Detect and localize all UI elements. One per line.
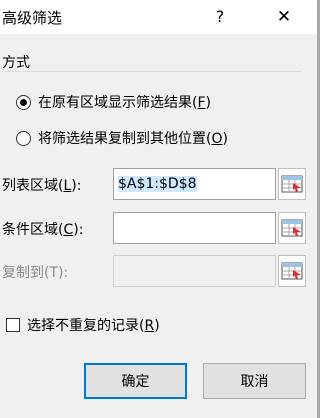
radio-copy-to[interactable]: 将筛选结果复制到其他位置(O) — [16, 128, 228, 148]
unique-records-label: 选择不重复的记录(R) — [27, 318, 160, 334]
dialog-title: 高级筛选 — [2, 9, 63, 27]
title-bar: 高级筛选 ? ✕ — [0, 0, 320, 34]
range-selector-icon — [281, 175, 303, 193]
radio-checked-icon[interactable] — [16, 94, 31, 110]
ok-button[interactable]: 确定 — [84, 363, 187, 399]
list-range-input[interactable]: $A$1:$D$8 — [113, 168, 276, 200]
copy-to-ref-button[interactable] — [278, 255, 306, 287]
radio-copy-to-label: 将筛选结果复制到其他位置(O) — [38, 131, 228, 147]
unique-records-checkbox[interactable]: 选择不重复的记录(R) — [6, 315, 160, 335]
cancel-button[interactable]: 取消 — [203, 363, 306, 399]
copy-to-label: 复制到(T): — [2, 265, 69, 281]
checkbox-unchecked-icon[interactable] — [6, 318, 20, 332]
criteria-range-ref-button[interactable] — [278, 212, 306, 244]
group-divider — [2, 71, 302, 72]
range-selector-icon — [281, 219, 303, 237]
method-group-title: 方式 — [2, 55, 30, 71]
help-button[interactable]: ? — [206, 4, 234, 30]
range-selector-icon — [281, 262, 303, 280]
criteria-range-input[interactable] — [113, 212, 276, 244]
radio-in-place-label: 在原有区域显示筛选结果(F) — [38, 95, 211, 111]
copy-to-input[interactable] — [113, 255, 276, 287]
list-range-value: $A$1:$D$8 — [118, 176, 197, 192]
radio-unchecked-icon[interactable] — [16, 130, 31, 146]
list-range-ref-button[interactable] — [278, 168, 306, 200]
list-range-label: 列表区域(L): — [2, 178, 82, 194]
radio-in-place[interactable]: 在原有区域显示筛选结果(F) — [16, 92, 211, 112]
close-button[interactable]: ✕ — [264, 4, 304, 30]
criteria-range-label: 条件区域(C): — [2, 222, 84, 238]
